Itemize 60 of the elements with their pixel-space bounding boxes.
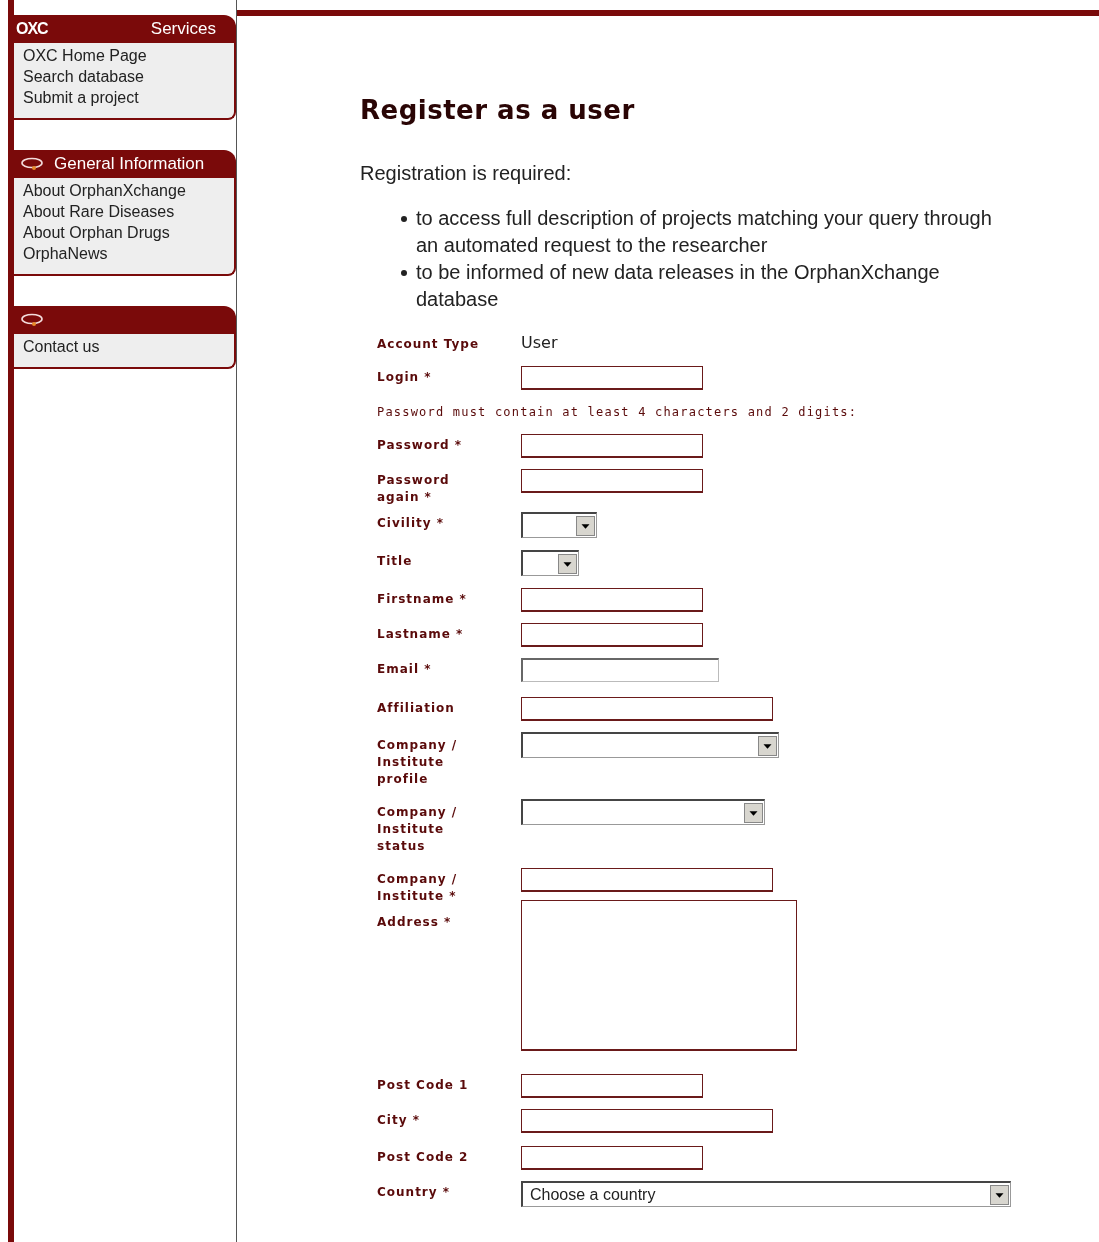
field-label: City * <box>377 1112 421 1129</box>
bullet-icon <box>401 216 407 222</box>
field-label: Title <box>377 553 414 570</box>
sidebar-link[interactable]: About OrphanXchange <box>23 180 186 201</box>
dropdown[interactable] <box>521 550 579 576</box>
input-field[interactable] <box>521 434 703 458</box>
input-field[interactable] <box>521 366 703 390</box>
loop-icon <box>20 157 46 171</box>
field-label: Company / Institute profile <box>377 737 459 788</box>
caret-icon <box>744 802 763 823</box>
input-field[interactable] <box>521 868 773 892</box>
field-label: Address * <box>377 914 453 931</box>
panel-title: Services <box>150 19 216 39</box>
field-label: Account Type <box>377 336 481 353</box>
field-label: Login * <box>377 369 433 386</box>
dropdown[interactable] <box>521 732 779 758</box>
bullet-text: to be informed of new data releases in the OrphanXchange database <box>416 260 941 312</box>
sidebar-link[interactable]: About Rare Diseases <box>23 201 175 222</box>
intro-text: Registration is required: <box>360 162 572 185</box>
sidebar-link[interactable]: Contact us <box>23 336 100 357</box>
text-area[interactable] <box>521 900 797 1051</box>
caret-icon <box>990 1184 1009 1205</box>
field-label: Post Code 2 <box>377 1149 470 1166</box>
field-label: Company / Institute * <box>377 871 459 905</box>
field-label: Country * <box>377 1184 452 1201</box>
sidebar-link[interactable]: OXC Home Page <box>23 45 147 66</box>
caret-icon <box>558 553 577 574</box>
sidebar-link[interactable]: Search database <box>23 66 144 87</box>
dropdown[interactable] <box>521 799 765 825</box>
field-label: Email * <box>377 661 433 678</box>
input-field[interactable] <box>521 658 719 682</box>
sidebar-link[interactable]: About Orphan Drugs <box>23 222 170 243</box>
field-label: Company / Institute status <box>377 804 459 855</box>
dropdown[interactable]: Choose a country <box>521 1181 1011 1207</box>
field-label: Password again * <box>377 472 451 506</box>
input-field[interactable] <box>521 1074 703 1098</box>
input-field[interactable] <box>521 588 703 612</box>
caret-icon <box>576 515 595 536</box>
loop-icon <box>20 313 46 327</box>
caret-icon <box>758 735 777 756</box>
field-label: Firstname * <box>377 591 468 608</box>
page-title: Register as a user <box>360 95 635 125</box>
field-label: Lastname * <box>377 626 465 643</box>
bullet-icon <box>401 270 407 276</box>
dropdown[interactable] <box>521 512 597 538</box>
input-field[interactable] <box>521 623 703 647</box>
sidebar-link[interactable]: Submit a project <box>23 87 139 108</box>
field-label: Affiliation <box>377 700 456 717</box>
panel-title: General Information <box>54 154 205 174</box>
input-field[interactable] <box>521 1146 703 1170</box>
field-label: Civility * <box>377 515 446 532</box>
sidebar-link[interactable]: OrphaNews <box>23 243 108 264</box>
input-field[interactable] <box>521 469 703 493</box>
field-label: Post Code 1 <box>377 1077 470 1094</box>
input-field[interactable] <box>521 697 773 721</box>
password-hint: Password must contain at least 4 characters and 2 digits: <box>377 404 858 419</box>
field-label: Password * <box>377 437 464 454</box>
input-field[interactable] <box>521 1109 773 1133</box>
logo: OXC <box>16 20 48 38</box>
field-value: User <box>521 333 558 352</box>
